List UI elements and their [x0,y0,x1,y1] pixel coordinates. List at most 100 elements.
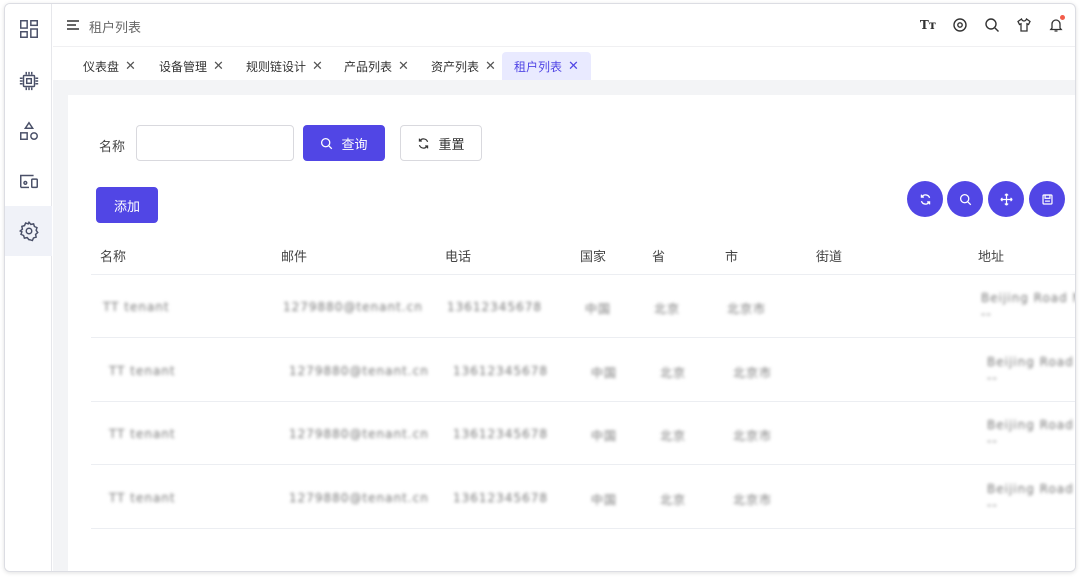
cell-name: TT tenant [109,364,176,378]
cell-address: Beijing Road No.1 -- [987,417,1075,449]
add-button-label: 添加 [113,199,140,215]
menu-fold-icon [67,20,79,30]
tab-label: 设备管理 [159,59,208,74]
refresh-icon [920,193,930,205]
tab-bar: 仪表盘 ✕ 设备管理 ✕ 规则链设计 ✕ 产品列表 ✕ 资产列表 ✕ 租户列表 … [53,48,1075,80]
sidebar-item-dashboard[interactable] [5,4,52,54]
cell-province: 北京 [654,302,681,316]
devices-icon [19,174,38,189]
dashboard-icon [19,20,38,38]
shapes-icon [19,121,38,140]
column-settings-button[interactable] [988,181,1024,217]
add-button[interactable]: 添加 [96,187,158,223]
move-icon [999,192,1013,206]
reset-button-label: 重置 [438,137,465,153]
column-header-country[interactable]: 国家 [580,246,606,265]
search-icon [985,18,999,32]
cell-email: 1279880@tenant.cn [289,491,429,505]
address-line-1: Beijing Road No.1 [981,291,1075,305]
chip-icon [19,71,38,91]
column-header-street[interactable]: 街道 [816,246,842,265]
page-title: 租户列表 [89,21,142,36]
cell-phone: 13612345678 [453,491,548,505]
cell-province: 北京 [660,366,687,380]
cell-address: Beijing Road No.1 -- [987,354,1075,386]
close-icon[interactable]: ✕ [213,59,224,74]
table-row[interactable]: TT tenant 1279880@tenant.cn 13612345678 … [91,339,1075,402]
cell-email: 1279880@tenant.cn [289,364,429,378]
refresh-table-button[interactable] [907,181,943,217]
cell-city: 北京市 [733,366,773,380]
toggle-search-button[interactable] [947,181,983,217]
tab-label: 仪表盘 [83,59,120,74]
tab-product-list[interactable]: 产品列表 ✕ [332,52,421,80]
notification-button[interactable] [1047,15,1065,34]
search-icon [321,137,333,149]
cell-country: 中国 [591,429,618,443]
shirt-icon [1017,17,1031,32]
refresh-icon [419,137,429,149]
cell-phone: 13612345678 [447,300,542,314]
cell-address: Beijing Road No.1 -- [981,290,1075,322]
reset-button[interactable]: 重置 [400,125,482,161]
theme-button[interactable] [951,16,969,34]
column-header-address[interactable]: 地址 [978,246,1004,265]
gear-icon [18,220,39,242]
save-icon [1041,193,1053,205]
tab-tenant-list[interactable]: 租户列表 ✕ [502,52,591,80]
header-search-button[interactable] [983,16,1001,34]
close-icon[interactable]: ✕ [312,59,323,74]
tab-rule-chain[interactable]: 规则链设计 ✕ [234,52,335,80]
tab-dashboard[interactable]: 仪表盘 ✕ [71,52,148,80]
column-header-phone[interactable]: 电话 [445,246,471,265]
app-window: 租户列表 Tт 仪表盘 ✕ 设备管理 ✕ 规则链设计 ✕ 产品列表 ✕ 资产列表… [4,3,1076,572]
column-header-email[interactable]: 邮件 [281,246,307,265]
cell-province: 北京 [660,493,687,507]
query-button-label: 查询 [341,137,368,153]
close-icon[interactable]: ✕ [485,59,496,74]
cell-name: TT tenant [109,427,176,441]
table-row[interactable]: TT tenant 1279880@tenant.cn 13612345678 … [91,466,1075,529]
column-header-city[interactable]: 市 [725,246,738,265]
font-size-icon: Tт [919,18,937,32]
cell-name: TT tenant [109,491,176,505]
name-filter-input[interactable] [136,125,294,161]
cell-country: 中国 [585,302,612,316]
sidebar-item-assets[interactable] [5,156,52,206]
cell-phone: 13612345678 [453,364,548,378]
notification-dot [1060,15,1065,20]
close-icon[interactable]: ✕ [125,59,136,74]
cell-email: 1279880@tenant.cn [289,427,429,441]
column-header-name[interactable]: 名称 [100,246,126,265]
export-button[interactable] [1029,181,1065,217]
sidebar-item-settings[interactable] [5,206,52,256]
table-row[interactable]: TT tenant 1279880@tenant.cn 13612345678 … [91,275,1075,338]
column-header-province[interactable]: 省 [652,246,665,265]
cell-province: 北京 [660,429,687,443]
tab-label: 租户列表 [514,59,563,74]
sidebar-item-devices-chip[interactable] [5,56,52,106]
close-icon[interactable]: ✕ [568,59,579,74]
cell-name: TT tenant [103,300,170,314]
cell-country: 中国 [591,493,618,507]
cell-address: Beijing Road No.1 -- [987,481,1075,513]
sidebar-item-products[interactable] [5,106,52,156]
cell-city: 北京市 [733,429,773,443]
tab-device-management[interactable]: 设备管理 ✕ [147,52,236,80]
address-line-2: -- [987,434,998,448]
address-line-1: Beijing Road No.1 [987,355,1075,369]
tab-asset-list[interactable]: 资产列表 ✕ [419,52,508,80]
theme-icon [953,18,967,32]
close-icon[interactable]: ✕ [398,59,409,74]
query-button[interactable]: 查询 [303,125,385,161]
top-header: 租户列表 Tт [53,4,1075,47]
tab-label: 规则链设计 [246,59,307,74]
menu-toggle-button[interactable] [65,17,81,33]
cell-country: 中国 [591,366,618,380]
skin-button[interactable] [1015,16,1033,34]
table-row[interactable]: TT tenant 1279880@tenant.cn 13612345678 … [91,402,1075,465]
address-line-2: -- [987,371,998,385]
font-size-button[interactable]: Tт [919,16,937,34]
address-line-2: -- [987,498,998,512]
sidebar [5,4,52,571]
